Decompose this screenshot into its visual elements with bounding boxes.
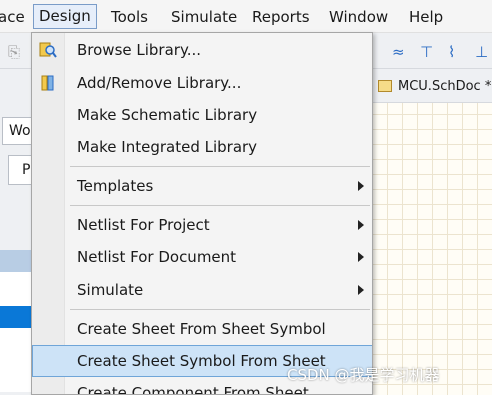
menu-item-netlist-for-project[interactable]: Netlist For Project <box>32 209 372 241</box>
menu-item-make-schematic-library[interactable]: Make Schematic Library <box>32 99 372 131</box>
menu-item-label: Netlist For Project <box>77 216 210 234</box>
menu-tools[interactable]: Tools <box>111 6 148 28</box>
menu-separator <box>70 166 370 167</box>
net-label-icon[interactable]: ⌇ <box>448 43 455 61</box>
menu-item-add-remove-library[interactable]: Add/Remove Library... <box>32 67 372 99</box>
panel-header <box>0 250 33 272</box>
menu-item-label: Simulate <box>77 281 144 299</box>
menu-item-label: Templates <box>77 177 154 195</box>
menu-separator <box>70 309 370 310</box>
menu-item-label: Add/Remove Library... <box>77 74 242 92</box>
menu-bar: ace Design Tools Simulate Reports Window… <box>0 0 492 33</box>
menu-reports[interactable]: Reports <box>252 6 310 28</box>
browse-library-icon <box>39 41 57 59</box>
menu-item-label: Make Schematic Library <box>77 106 258 124</box>
menu-place[interactable]: ace <box>0 6 25 28</box>
bus-icon[interactable]: ⊤ <box>420 43 433 61</box>
document-tab-bar: MCU.SchDoc * <box>372 69 492 103</box>
menu-item-netlist-for-document[interactable]: Netlist For Document <box>32 241 372 273</box>
menu-item-simulate[interactable]: Simulate <box>32 274 372 306</box>
watermark: CSDN @我是学习机器 <box>287 366 440 384</box>
menu-item-label: Create Component From Sheet <box>77 384 309 395</box>
menu-design[interactable]: Design <box>33 4 97 29</box>
submenu-arrow-icon <box>358 252 364 262</box>
left-panel: Wo P <box>0 69 33 395</box>
menu-item-make-integrated-library[interactable]: Make Integrated Library <box>32 131 372 163</box>
folder-icon <box>378 80 392 92</box>
menu-item-label: Browse Library... <box>77 41 201 59</box>
submenu-arrow-icon <box>358 220 364 230</box>
submenu-arrow-icon <box>358 285 364 295</box>
copy-icon[interactable]: ⎘ <box>8 43 20 61</box>
menu-help[interactable]: Help <box>409 6 443 28</box>
menu-separator <box>70 205 370 206</box>
menu-simulate[interactable]: Simulate <box>171 6 237 28</box>
menu-item-label: Make Integrated Library <box>77 138 258 156</box>
submenu-arrow-icon <box>358 181 364 191</box>
wire-icon[interactable]: ≈ <box>392 43 405 61</box>
project-tree <box>0 272 33 392</box>
selected-tree-row[interactable] <box>0 306 33 328</box>
design-menu: Browse Library... Add/Remove Library... … <box>31 32 373 395</box>
document-tab-label: MCU.SchDoc * <box>398 79 492 94</box>
project-button[interactable]: P <box>8 155 33 185</box>
menu-window[interactable]: Window <box>329 6 388 28</box>
schematic-canvas[interactable] <box>372 69 492 395</box>
menu-item-create-sheet-from-sheet-symbol[interactable]: Create Sheet From Sheet Symbol <box>32 313 372 345</box>
library-icon <box>39 74 57 92</box>
menu-item-label: Netlist For Document <box>77 248 237 266</box>
workspace-selector[interactable]: Wo <box>2 117 33 145</box>
document-tab[interactable]: MCU.SchDoc * <box>376 75 491 99</box>
power-port-icon[interactable]: ⊥ <box>475 43 488 61</box>
menu-item-browse-library[interactable]: Browse Library... <box>32 34 372 66</box>
menu-item-templates[interactable]: Templates <box>32 170 372 202</box>
menu-item-label: Create Sheet From Sheet Symbol <box>77 320 326 338</box>
